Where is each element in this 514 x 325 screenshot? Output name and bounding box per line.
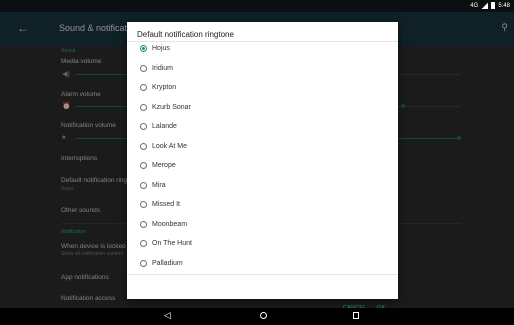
radio-icon[interactable] — [140, 162, 147, 169]
signal-icon — [481, 2, 489, 9]
status-icons: 4G 5:48 — [470, 2, 510, 9]
ringtone-option[interactable]: Palladium — [140, 254, 390, 273]
ringtone-option-label: Kzurb Sonar — [152, 103, 191, 111]
ringtone-dialog: Default notification ringtone Hojus Irid… — [127, 22, 398, 311]
radio-selected-icon[interactable] — [140, 45, 147, 52]
ringtone-option[interactable]: Mira — [140, 176, 390, 195]
ringtone-option[interactable]: Kzurb Sonar — [140, 98, 390, 117]
ringtone-option-label: Look At Me — [152, 142, 188, 150]
radio-icon[interactable] — [140, 181, 147, 189]
radio-icon[interactable] — [140, 201, 147, 208]
ringtone-option[interactable]: Lalande — [140, 117, 390, 136]
ringtone-option-label: Palladium — [152, 259, 183, 267]
nav-back-icon[interactable]: ◁ — [164, 310, 171, 321]
ringtone-option-label: Missed It — [152, 201, 181, 208]
ringtone-option[interactable]: Look At Me — [140, 137, 390, 156]
recents-icon[interactable] — [353, 312, 359, 319]
ringtone-option-label: Moonbeam — [152, 220, 188, 228]
ringtone-option-label: Mira — [152, 181, 166, 189]
ringtone-option[interactable]: Merope — [140, 156, 390, 175]
clock: 5:48 — [498, 2, 510, 9]
ringtone-option-label: Hojus — [152, 45, 170, 52]
radio-icon[interactable] — [140, 64, 147, 72]
ringtone-option-label: Merope — [152, 162, 176, 169]
dialog-title: Default notification ringtone — [137, 30, 234, 39]
ringtone-option[interactable]: Krypton — [140, 78, 390, 97]
ringtone-option-label: Iridium — [152, 64, 174, 72]
navigation-bar: ◁ — [0, 308, 514, 325]
ringtone-option[interactable]: Moonbeam — [140, 215, 390, 234]
home-icon[interactable] — [260, 312, 267, 319]
radio-icon[interactable] — [140, 142, 147, 150]
ringtone-option[interactable]: Hojus — [140, 39, 390, 58]
radio-icon[interactable] — [140, 103, 147, 111]
ringtone-option-label: Krypton — [152, 84, 177, 91]
ringtone-option-label: Lalande — [152, 123, 177, 130]
radio-icon[interactable] — [140, 240, 147, 247]
ringtone-option[interactable]: Missed It — [140, 195, 390, 214]
status-bar: 4G 5:48 — [0, 0, 514, 12]
ringtone-option-label: On The Hunt — [152, 240, 192, 247]
network-badge: 4G — [470, 2, 479, 9]
radio-icon[interactable] — [140, 220, 147, 228]
ringtone-option[interactable]: Iridium — [140, 59, 390, 78]
ringtone-option[interactable]: On The Hunt — [140, 234, 390, 253]
radio-icon[interactable] — [140, 123, 147, 130]
dialog-divider-bottom — [127, 274, 398, 275]
battery-icon — [491, 2, 496, 9]
radio-icon[interactable] — [140, 84, 147, 91]
radio-icon[interactable] — [140, 259, 147, 267]
